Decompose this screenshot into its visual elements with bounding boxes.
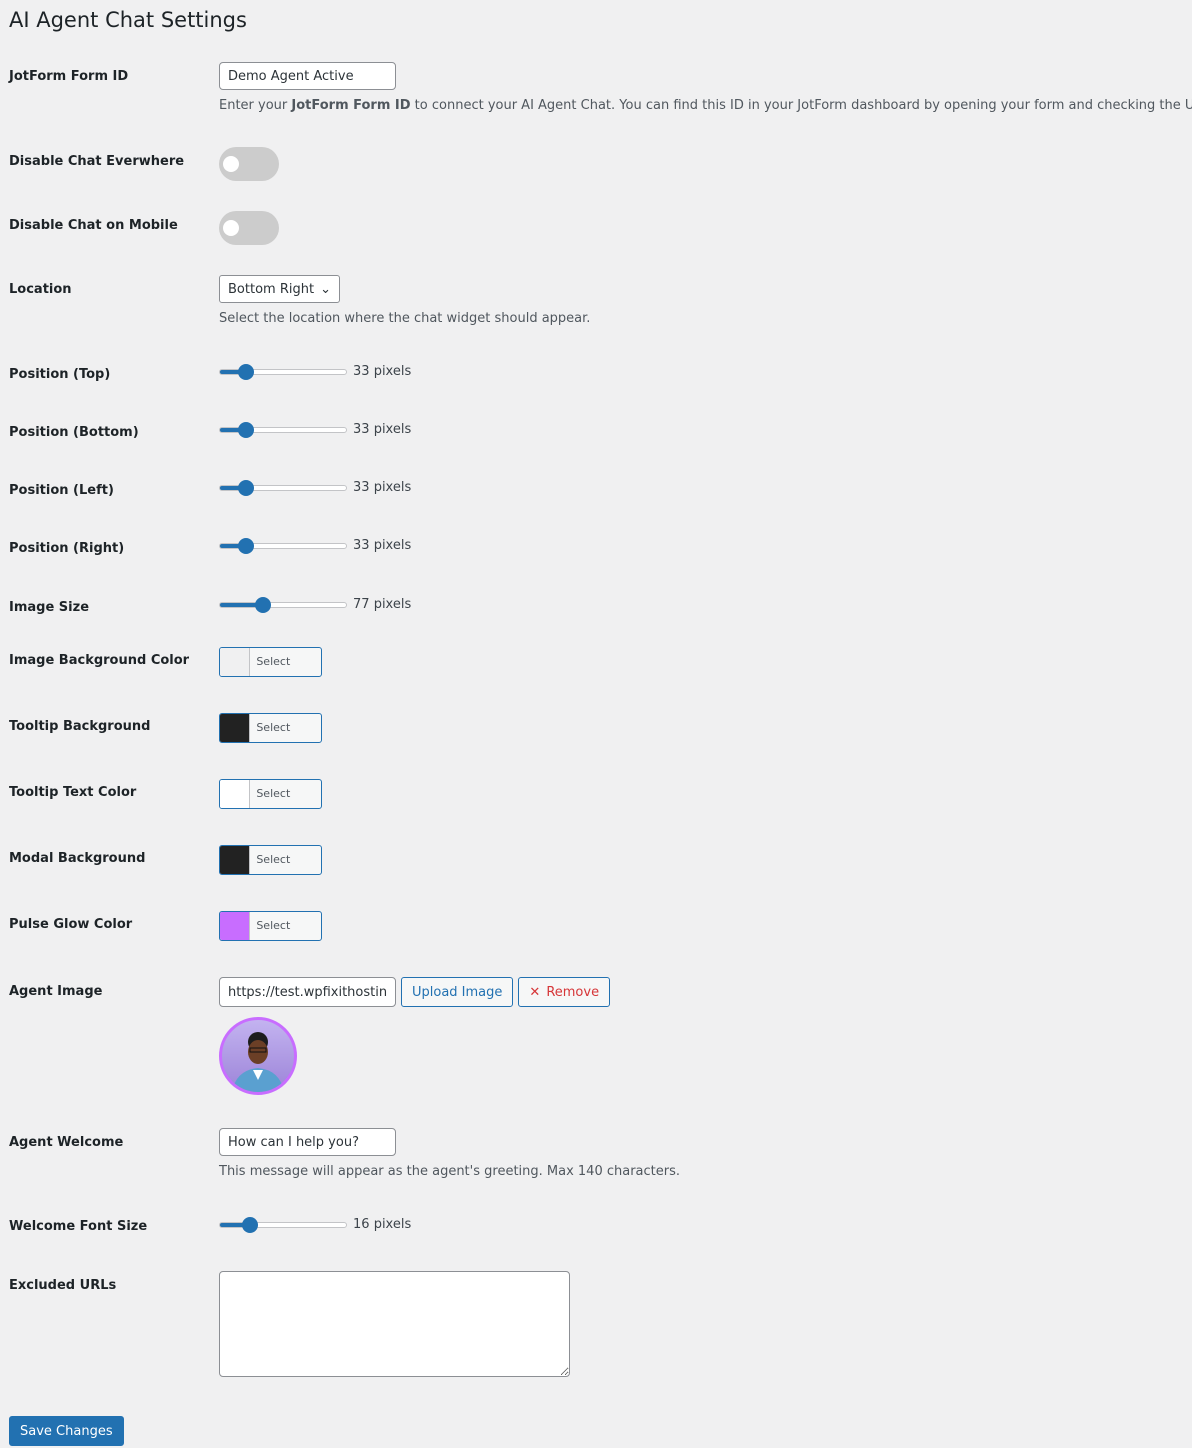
remove-image-button[interactable]: ✕ Remove	[518, 977, 611, 1007]
color-label: Tooltip Text Color	[9, 785, 137, 800]
welcome-input[interactable]	[219, 1128, 396, 1156]
color-label: Tooltip Background	[9, 719, 151, 734]
slider-input[interactable]	[219, 541, 347, 550]
disable-everywhere-toggle[interactable]	[219, 147, 279, 181]
slider-value: 33 pixels	[353, 538, 412, 553]
slider-input[interactable]	[219, 367, 347, 376]
select-color-button[interactable]: Select Color	[219, 713, 322, 743]
excluded-urls-label: Excluded URLs	[9, 1278, 117, 1293]
slider-label: Position (Left)	[9, 483, 114, 498]
select-color-button[interactable]: Select Color	[219, 911, 322, 941]
location-value: Bottom Right	[228, 281, 315, 297]
font-size-label: Welcome Font Size	[9, 1219, 148, 1234]
select-color-button[interactable]: Select Color	[219, 779, 322, 809]
x-icon: ✕	[529, 984, 541, 1000]
slider-input[interactable]	[219, 483, 347, 492]
agent-avatar	[219, 1017, 297, 1095]
select-color-button[interactable]: Select Color	[219, 845, 322, 875]
disable-mobile-toggle[interactable]	[219, 211, 279, 245]
disable-mobile-label: Disable Chat on Mobile	[9, 218, 178, 233]
chevron-down-icon: ⌄	[320, 281, 331, 297]
select-color-button[interactable]: Select Color	[219, 647, 322, 677]
color-label: Modal Background	[9, 851, 146, 866]
color-swatch	[220, 846, 251, 874]
slider-value: 77 pixels	[353, 597, 412, 612]
welcome-description: This message will appear as the agent's …	[219, 1164, 681, 1179]
slider-input[interactable]	[219, 425, 347, 434]
upload-image-button[interactable]: Upload Image	[401, 977, 514, 1007]
font-size-value: 16 pixels	[353, 1217, 412, 1232]
slider-label: Position (Right)	[9, 541, 125, 556]
agent-portrait-image	[232, 1032, 284, 1092]
form-id-input[interactable]	[219, 62, 396, 90]
color-swatch	[220, 648, 251, 676]
slider-value: 33 pixels	[353, 364, 412, 379]
font-size-slider[interactable]	[219, 1220, 347, 1229]
color-swatch	[220, 780, 251, 808]
save-changes-button[interactable]: Save Changes	[9, 1416, 124, 1446]
form-id-description: Enter your JotForm Form ID to connect yo…	[219, 98, 1192, 113]
color-swatch	[220, 912, 251, 940]
slider-label: Position (Top)	[9, 367, 111, 382]
welcome-label: Agent Welcome	[9, 1135, 124, 1150]
disable-everywhere-label: Disable Chat Everwhere	[9, 154, 185, 169]
excluded-urls-textarea[interactable]	[219, 1271, 570, 1377]
agent-image-label: Agent Image	[9, 984, 103, 999]
color-label: Image Background Color	[9, 653, 190, 668]
location-select[interactable]: Bottom Right ⌄	[219, 275, 340, 303]
slider-input[interactable]	[219, 600, 347, 609]
location-description: Select the location where the chat widge…	[219, 311, 591, 326]
page-title: AI Agent Chat Settings	[9, 8, 247, 32]
color-label: Pulse Glow Color	[9, 917, 133, 932]
slider-label: Position (Bottom)	[9, 425, 139, 440]
agent-image-url-input[interactable]	[219, 977, 396, 1007]
form-id-label: JotForm Form ID	[9, 69, 129, 84]
color-swatch	[220, 714, 251, 742]
slider-value: 33 pixels	[353, 422, 412, 437]
slider-value: 33 pixels	[353, 480, 412, 495]
slider-label: Image Size	[9, 600, 90, 615]
location-label: Location	[9, 282, 72, 297]
